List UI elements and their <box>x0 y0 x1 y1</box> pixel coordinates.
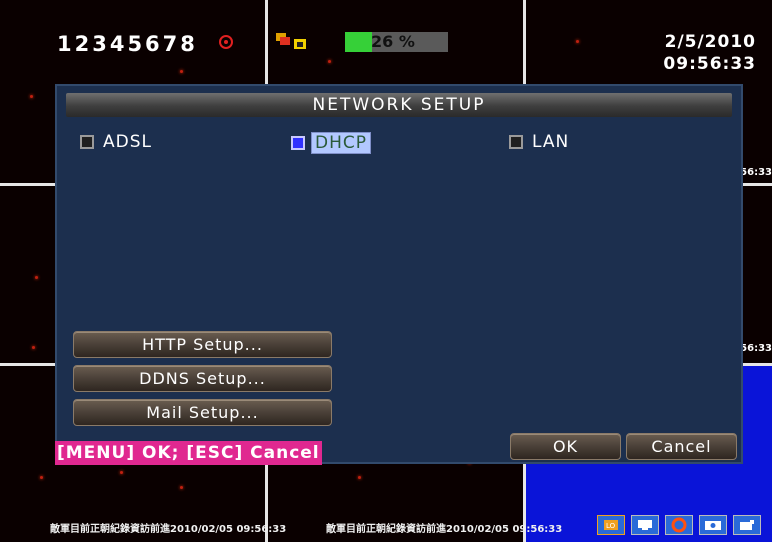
ddns-setup-button[interactable]: DDNS Setup... <box>73 365 332 392</box>
mail-setup-button[interactable]: Mail Setup... <box>73 399 332 426</box>
option-label: LAN <box>532 132 570 152</box>
time-text: 09:56:33 <box>663 54 756 74</box>
svg-text:LO: LO <box>606 522 616 530</box>
option-label: DHCP <box>311 132 371 154</box>
network-setup-dialog: NETWORK SETUP ADSL DHCP LAN HTTP Setup..… <box>55 84 743 465</box>
record-circle-icon[interactable] <box>665 515 693 535</box>
status-bar: 12345678 26 % 2/5/2010 09:56:33 <box>0 0 772 80</box>
datetime: 2/5/2010 09:56:33 <box>663 31 756 75</box>
dialog-title: NETWORK SETUP <box>66 93 732 117</box>
option-dhcp[interactable]: DHCP <box>291 132 371 154</box>
radio-icon[interactable] <box>509 135 523 149</box>
hdd-usage-bar: 26 % <box>345 32 448 52</box>
alarm-icon <box>218 34 234 50</box>
radio-icon[interactable] <box>291 136 305 150</box>
radio-icon[interactable] <box>80 135 94 149</box>
option-adsl[interactable]: ADSL <box>80 132 155 152</box>
recording-icon <box>276 31 310 53</box>
overlay-timestamp: 敵軍目前正朝紀錄資訪前進2010/02/05 09:56:33 <box>50 524 287 535</box>
monitor-icon[interactable] <box>631 515 659 535</box>
option-lan[interactable]: LAN <box>509 132 572 152</box>
camera-icon[interactable] <box>699 515 727 535</box>
overlay-timestamp: 敵軍目前正朝紀錄資訪前進2010/02/05 09:56:33 <box>326 524 563 535</box>
hdd-usage-label: 26 % <box>371 32 415 51</box>
cancel-button[interactable]: Cancel <box>626 433 737 460</box>
ok-button[interactable]: OK <box>510 433 621 460</box>
http-setup-button[interactable]: HTTP Setup... <box>73 331 332 358</box>
key-hint: [MENU] OK; [ESC] Cancel <box>55 441 322 465</box>
date-text: 2/5/2010 <box>664 32 756 52</box>
hdd-usage-fill <box>345 32 372 52</box>
camera-numbers: 12345678 <box>57 32 198 56</box>
option-label: ADSL <box>103 132 152 152</box>
cam2-icon[interactable] <box>733 515 761 535</box>
lo-icon[interactable]: LO <box>597 515 625 535</box>
toolbar-tray: LO <box>597 515 761 535</box>
